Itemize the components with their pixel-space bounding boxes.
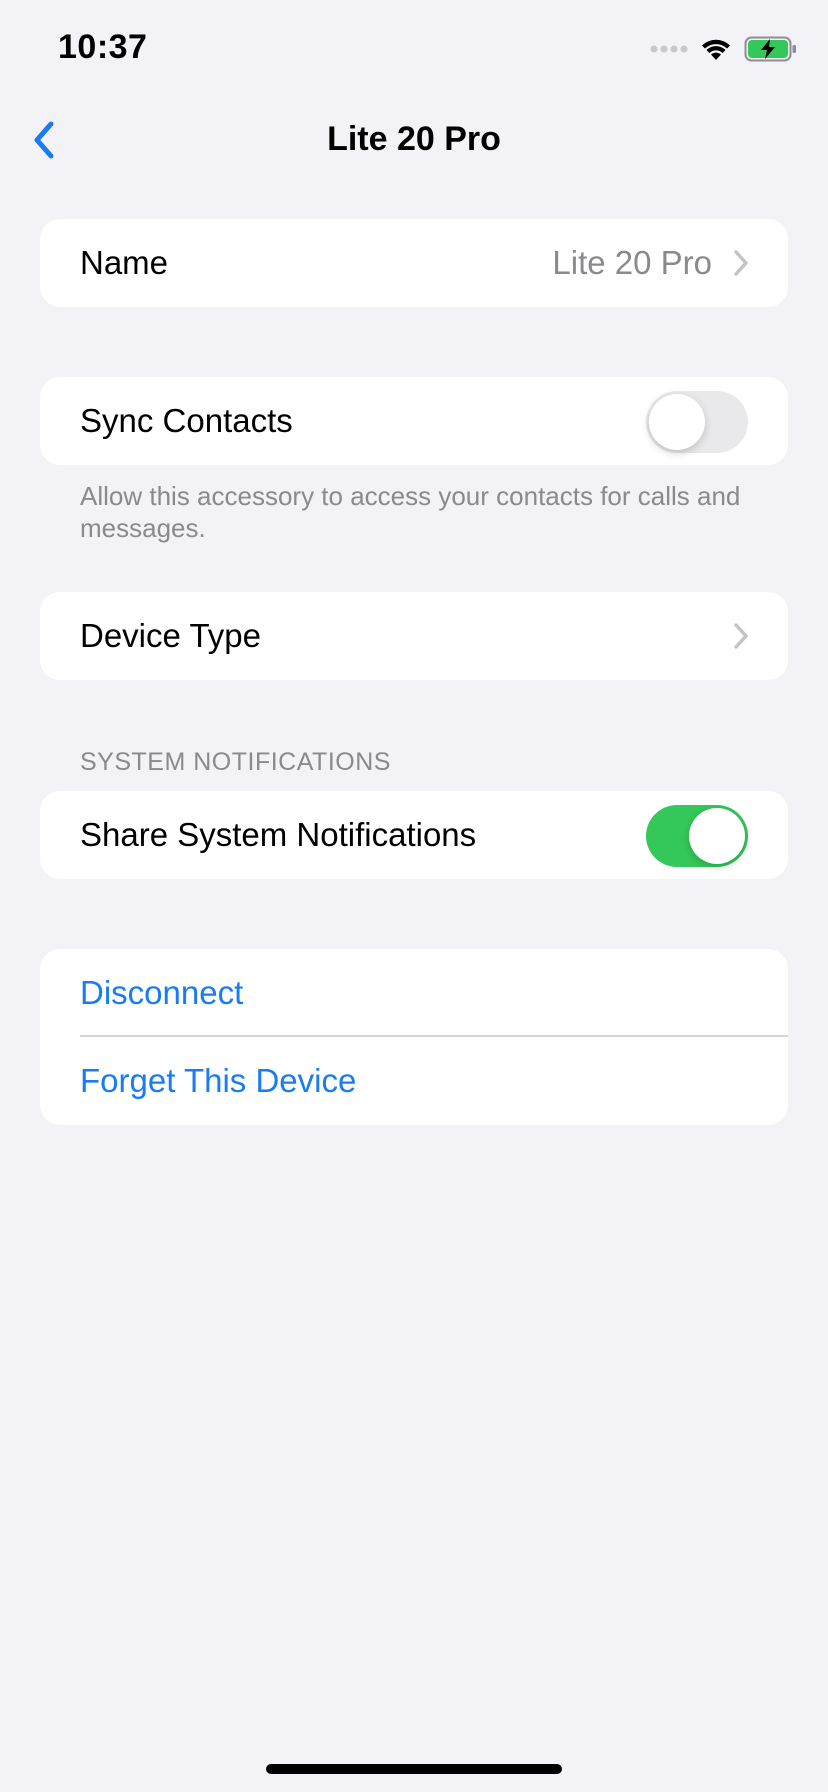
name-group: Name Lite 20 Pro xyxy=(40,219,788,307)
status-time: 10:37 xyxy=(58,28,148,66)
sync-contacts-row: Sync Contacts xyxy=(40,377,788,465)
cellular-signal-icon xyxy=(650,45,688,53)
section-header-system-notifications: SYSTEM NOTIFICATIONS xyxy=(80,748,391,776)
forget-device-row[interactable]: Forget This Device xyxy=(40,1037,788,1125)
system-notifications-group: Share System Notifications xyxy=(40,791,788,879)
sync-contacts-label: Sync Contacts xyxy=(80,402,293,439)
disconnect-button[interactable]: Disconnect xyxy=(80,974,243,1012)
device-type-label: Device Type xyxy=(80,617,261,654)
name-label: Name xyxy=(80,244,169,281)
disconnect-row[interactable]: Disconnect xyxy=(40,949,788,1037)
home-indicator xyxy=(266,1764,562,1774)
toggle-knob xyxy=(649,394,705,450)
chevron-right-icon xyxy=(734,623,748,649)
device-type-group: Device Type xyxy=(40,592,788,680)
sync-contacts-footnote: Allow this accessory to access your cont… xyxy=(80,481,741,543)
battery-charging-icon xyxy=(744,36,796,62)
actions-group: Disconnect Forget This Device xyxy=(40,949,788,1125)
share-notifications-row: Share System Notifications xyxy=(40,791,788,879)
sync-contacts-group: Sync Contacts xyxy=(40,377,788,465)
share-notifications-toggle[interactable] xyxy=(646,805,748,867)
status-icons xyxy=(650,36,798,62)
page-title: Lite 20 Pro xyxy=(327,120,501,158)
forget-device-button[interactable]: Forget This Device xyxy=(80,1062,356,1100)
status-bar: 10:37 xyxy=(0,0,828,100)
name-row[interactable]: Name Lite 20 Pro xyxy=(40,219,788,307)
toggle-knob xyxy=(689,808,745,864)
name-value: Lite 20 Pro xyxy=(552,244,712,281)
navigation-bar: Lite 20 Pro xyxy=(0,100,828,180)
device-type-row[interactable]: Device Type xyxy=(40,592,788,680)
wifi-icon xyxy=(702,39,730,60)
share-notifications-label: Share System Notifications xyxy=(80,816,477,853)
sync-contacts-toggle[interactable] xyxy=(646,391,748,453)
chevron-right-icon xyxy=(734,250,748,276)
